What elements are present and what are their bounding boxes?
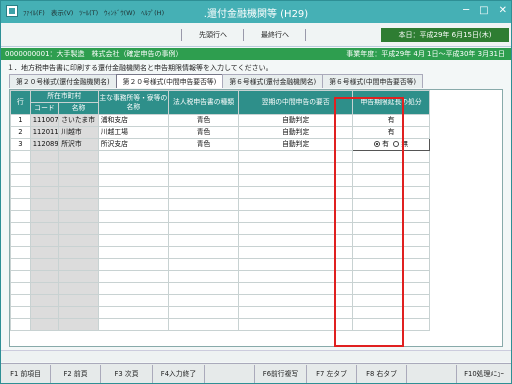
city-code-cell[interactable]: 112011 [29, 126, 60, 139]
title-bar: ﾌｧｲﾙ(F) 表示(V) ﾂｰﾙ(T) ｳｨﾝﾄﾞｳ(W) ﾍﾙﾌﾟ(H) .… [1, 1, 511, 23]
extension-cell[interactable]: 有 [352, 126, 430, 139]
f7-left-tab-button[interactable]: F7 左タブ [307, 365, 357, 383]
city-code-cell[interactable]: 112089 [29, 138, 60, 151]
radio-no-label: 無 [401, 140, 409, 148]
minimize-icon[interactable]: ─ [463, 5, 469, 16]
col-header-name: 名称 [58, 102, 99, 115]
col-header-city: 所在市町村 [29, 90, 99, 103]
row-number: 3 [10, 138, 31, 151]
close-icon[interactable]: ✕ [499, 5, 507, 16]
interim-cell[interactable]: 自動判定 [238, 114, 354, 127]
filing-type-cell[interactable]: 青色 [167, 126, 240, 139]
tab-form20-interim[interactable]: 第２０号様式(中間申告要否等) [115, 74, 224, 88]
table-row: 2 112011 川越市 川越工場 青色 自動判定 有 [10, 126, 430, 139]
f5-button[interactable] [205, 365, 255, 383]
interim-cell[interactable]: 自動判定 [238, 138, 354, 151]
radio-no[interactable] [393, 141, 400, 147]
office-cell[interactable]: 浦和支店 [97, 114, 169, 127]
office-cell[interactable]: 川越工場 [97, 126, 169, 139]
interim-cell[interactable]: 自動判定 [238, 126, 354, 139]
window-controls: ─ □ ✕ [463, 5, 507, 16]
window-title: .還付金融機関等 (H29) [203, 9, 309, 20]
toolbar-divider [181, 29, 182, 41]
table-row: 3 112089 所沢市 所沢支店 青色 自動判定 有 無 [10, 138, 430, 151]
today-date: 本日：平成29年 6月15日(木) [381, 28, 509, 42]
command-bar [1, 350, 511, 362]
row-number: 1 [10, 114, 31, 127]
fiscal-year: 事業年度：平成29年 4月 1日～平成30年 3月31日 [346, 50, 505, 58]
extension-radio-group: 有 無 [352, 138, 430, 151]
toolbar-divider [243, 29, 244, 41]
menu-help[interactable]: ﾍﾙﾌﾟ(H) [141, 7, 164, 17]
filing-type-cell[interactable]: 青色 [167, 114, 240, 127]
f10-process-menu-button[interactable]: F10処理ﾒﾆｭｰ [457, 365, 511, 383]
f4-finish-input-button[interactable]: F4入力終了 [153, 365, 205, 383]
col-header-office: 主な事務所等・寮等の名称 [97, 90, 169, 115]
function-key-bar: F1 前項目 F2 前頁 F3 次頁 F4入力終了 F6前行複写 F7 左タブ … [1, 363, 511, 383]
toolbar: 先頭行へ 最終行へ 本日：平成29年 6月15日(木) [1, 23, 511, 47]
tab-strip: 第２０号様式(還付金融機関名) 第２０号様式(中間申告要否等) 第６号様式(還付… [9, 74, 503, 88]
maximize-icon[interactable]: □ [479, 5, 488, 16]
f2-prev-page-button[interactable]: F2 前頁 [51, 365, 101, 383]
f1-prev-item-button[interactable]: F1 前項目 [1, 365, 51, 383]
app-icon [6, 5, 18, 17]
menu-bar: ﾌｧｲﾙ(F) 表示(V) ﾂｰﾙ(T) ｳｨﾝﾄﾞｳ(W) ﾍﾙﾌﾟ(H) [23, 7, 164, 17]
extension-cell[interactable]: 有 [352, 114, 430, 127]
filing-type-cell[interactable]: 青色 [167, 138, 240, 151]
office-cell[interactable]: 所沢支店 [97, 138, 169, 151]
data-grid: 行 所在市町村 主な事務所等・寮等の名称 法人税申告書の種類 翌期の中間申告の要… [9, 89, 503, 347]
first-row-button[interactable]: 先頭行へ [183, 27, 243, 43]
col-header-row: 行 [10, 90, 31, 115]
app-window: ﾌｧｲﾙ(F) 表示(V) ﾂｰﾙ(T) ｳｨﾝﾄﾞｳ(W) ﾍﾙﾌﾟ(H) .… [0, 0, 512, 384]
menu-file[interactable]: ﾌｧｲﾙ(F) [23, 7, 45, 17]
city-name-cell: 所沢市 [58, 138, 99, 151]
col-header-code: コード [29, 102, 60, 115]
company-info-bar: 0000000001：大手製造 株式会社（確定申告の事例） 事業年度：平成29年… [1, 48, 511, 60]
menu-window[interactable]: ｳｨﾝﾄﾞｳ(W) [104, 7, 135, 17]
city-code-cell[interactable]: 111007 [29, 114, 60, 127]
menu-tools[interactable]: ﾂｰﾙ(T) [79, 7, 98, 17]
last-row-button[interactable]: 最終行へ [245, 27, 305, 43]
f9-button[interactable] [407, 365, 457, 383]
col-header-interim: 翌期の中間申告の要否 [238, 90, 354, 115]
toolbar-divider [305, 29, 306, 41]
radio-yes-label: 有 [382, 140, 389, 148]
instruction-text: １．地方税申告書に印刷する還付金融機関名と申告期限情報等を入力してください。 [7, 64, 273, 72]
city-name-cell: さいたま市 [58, 114, 99, 127]
col-header-extension: 申告期限延長の処分 [352, 90, 430, 115]
col-header-filing-type: 法人税申告書の種類 [167, 90, 240, 115]
row-number: 2 [10, 126, 31, 139]
city-name-cell: 川越市 [58, 126, 99, 139]
radio-yes[interactable] [374, 141, 381, 147]
tab-form20-bank[interactable]: 第２０号様式(還付金融機関名) [9, 74, 117, 88]
menu-view[interactable]: 表示(V) [51, 7, 74, 17]
f8-right-tab-button[interactable]: F8 右タブ [357, 365, 407, 383]
table-row: 1 111007 さいたま市 浦和支店 青色 自動判定 有 [10, 114, 430, 127]
tab-form6-bank[interactable]: 第６号様式(還付金融機関名) [222, 74, 324, 88]
f3-next-page-button[interactable]: F3 次頁 [101, 365, 153, 383]
f6-copy-prev-row-button[interactable]: F6前行複写 [255, 365, 307, 383]
tab-form6-interim[interactable]: 第６号様式(中間申告要否等) [322, 74, 424, 88]
company-name: 0000000001：大手製造 株式会社（確定申告の事例） [5, 50, 183, 58]
